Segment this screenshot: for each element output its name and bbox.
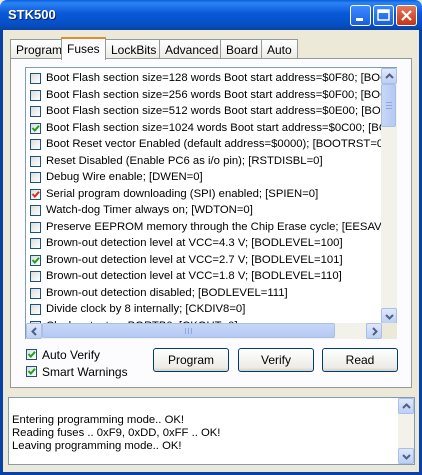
status-log[interactable]: Entering programming mode.. OK! Reading … xyxy=(8,397,415,465)
fuse-checkbox[interactable] xyxy=(30,221,41,233)
fuse-checkbox[interactable] xyxy=(30,205,41,216)
checkmark-icon xyxy=(31,124,40,132)
checkmark-icon xyxy=(31,190,40,198)
verify-button[interactable]: Verify xyxy=(238,348,314,372)
fuse-checkbox[interactable] xyxy=(30,106,41,117)
chevron-right-icon xyxy=(372,327,378,336)
fuse-label: Brown-out detection disabled; [BODLEVEL=… xyxy=(46,286,288,299)
title-bar[interactable]: STK500 xyxy=(0,0,422,30)
fuse-list-vertical-scrollbar[interactable] xyxy=(381,67,397,339)
fuse-label: Watch-dog Timer always on; [WDTON=0] xyxy=(46,204,253,216)
checkmark-icon xyxy=(31,256,40,264)
fuse-label: Boot Flash section size=1024 words Boot … xyxy=(46,121,382,134)
scroll-left-button[interactable] xyxy=(26,323,42,339)
scroll-down-button[interactable] xyxy=(381,308,397,324)
fuse-label: Brown-out detection level at VCC=4.3 V; … xyxy=(46,237,343,249)
checkmark-icon xyxy=(27,351,36,358)
chevron-down-icon xyxy=(385,314,394,320)
scroll-up-button[interactable] xyxy=(381,68,397,84)
log-scroll-down-button[interactable] xyxy=(398,448,414,464)
fuse-checkbox[interactable] xyxy=(30,271,41,282)
window-title: STK500 xyxy=(8,7,56,22)
fuse-label: Boot Flash section size=256 words Boot s… xyxy=(46,88,382,101)
fuse-checkbox[interactable] xyxy=(30,122,41,134)
smart-warnings-label: Smart Warnings xyxy=(42,365,128,379)
tab-advanced[interactable]: Advanced xyxy=(159,39,225,58)
scroll-thumb-vertical[interactable] xyxy=(381,84,396,127)
tab-board[interactable]: Board xyxy=(220,39,265,58)
fuse-label: Boot Flash section size=512 words Boot s… xyxy=(46,105,382,117)
close-icon xyxy=(401,10,412,21)
fuse-label: Preserve EEPROM memory through the Chip … xyxy=(46,220,382,233)
fuse-checkbox[interactable] xyxy=(30,287,41,299)
fuse-label: Divide clock by 8 internally; [CKDIV8=0] xyxy=(46,303,246,315)
tab-fuses[interactable]: Fuses xyxy=(61,37,106,60)
fuse-checkbox[interactable] xyxy=(30,238,41,249)
auto-verify-label: Auto Verify xyxy=(42,348,101,362)
scroll-corner xyxy=(382,323,397,339)
maximize-button[interactable] xyxy=(373,5,394,26)
smart-warnings-checkbox[interactable] xyxy=(26,366,37,377)
fuse-label: Boot Reset vector Enabled (default addre… xyxy=(46,138,382,150)
minimize-button[interactable] xyxy=(350,5,371,26)
fuse-checkbox[interactable] xyxy=(30,304,41,315)
chevron-left-icon xyxy=(31,327,37,336)
fuse-checkbox[interactable] xyxy=(30,89,41,101)
minimize-icon xyxy=(356,18,363,21)
chevron-up-icon xyxy=(385,73,394,79)
tab-program[interactable]: Program xyxy=(10,39,69,58)
maximize-icon xyxy=(377,9,390,21)
tab-lockbits[interactable]: LockBits xyxy=(105,39,163,58)
scroll-thumb-horizontal[interactable] xyxy=(42,323,335,338)
fuse-checkbox[interactable] xyxy=(30,155,41,167)
log-line: Entering programming mode.. OK! xyxy=(12,414,185,426)
checkmark-icon xyxy=(27,368,36,375)
fuse-checkbox[interactable] xyxy=(30,188,41,200)
fuse-label: Brown-out detection level at VCC=1.8 V; … xyxy=(46,270,342,282)
fuse-checkbox[interactable] xyxy=(30,73,41,84)
chevron-up-icon xyxy=(402,403,411,409)
auto-verify-checkbox[interactable] xyxy=(26,349,37,360)
tab-auto[interactable]: Auto xyxy=(261,39,298,58)
fuse-checkbox[interactable] xyxy=(30,254,41,266)
log-line: Reading fuses .. 0xF9, 0xDD, 0xFF .. OK! xyxy=(12,427,221,439)
scroll-right-button[interactable] xyxy=(366,323,382,339)
fuse-label: Serial program downloading (SPI) enabled… xyxy=(46,187,319,200)
fuse-label: Brown-out detection level at VCC=2.7 V; … xyxy=(46,253,343,266)
log-line: Leaving programming mode.. OK! xyxy=(12,440,182,452)
fuse-label: Debug Wire enable; [DWEN=0] xyxy=(46,171,203,183)
program-button[interactable]: Program xyxy=(153,348,229,372)
log-scrollbar[interactable] xyxy=(398,398,414,464)
chevron-down-icon xyxy=(402,454,411,460)
fuse-checkbox[interactable] xyxy=(30,172,41,183)
fuse-label: Reset Disabled (Enable PC6 as i/o pin); … xyxy=(46,154,323,167)
close-button[interactable] xyxy=(396,5,417,26)
fuse-list-horizontal-scrollbar[interactable] xyxy=(25,323,397,339)
fuse-list[interactable]: Boot Flash section size=128 words Boot s… xyxy=(25,67,382,339)
fuse-checkbox[interactable] xyxy=(30,139,41,150)
read-button[interactable]: Read xyxy=(322,348,398,372)
log-scroll-up-button[interactable] xyxy=(398,398,414,414)
fuse-label: Boot Flash section size=128 words Boot s… xyxy=(46,72,382,84)
